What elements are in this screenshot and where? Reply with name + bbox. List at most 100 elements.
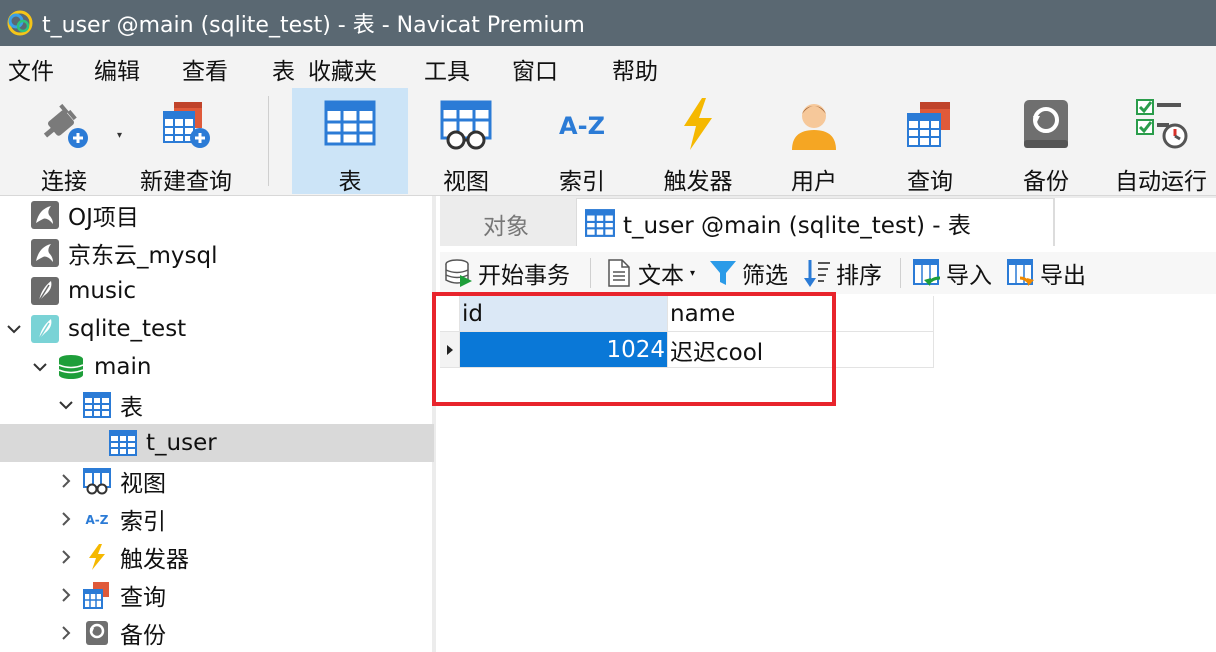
tab-objects[interactable]: 对象 bbox=[440, 202, 572, 246]
export-button[interactable]: 导出 bbox=[1006, 252, 1086, 294]
tree-node-tables[interactable]: 表 bbox=[0, 386, 434, 424]
menu-table[interactable]: 表 bbox=[272, 52, 295, 86]
table-label: 表 bbox=[338, 169, 362, 195]
export-label: 导出 bbox=[1040, 263, 1086, 289]
filter-button[interactable]: 筛选 bbox=[708, 252, 788, 294]
navicat-logo-icon bbox=[7, 10, 33, 36]
text-button[interactable]: 文本 ▾ bbox=[604, 252, 695, 294]
chevron-down-icon[interactable] bbox=[4, 319, 24, 339]
tab-t-user[interactable]: t_user @main (sqlite_test) - 表 bbox=[576, 198, 1054, 246]
tree-node-label: 表 bbox=[120, 395, 143, 421]
chevron-down-icon[interactable] bbox=[30, 357, 50, 377]
tree-node-t-user[interactable]: t_user bbox=[0, 424, 434, 462]
menu-window[interactable]: 窗口 bbox=[512, 52, 558, 86]
menu-tools[interactable]: 工具 bbox=[424, 52, 470, 86]
filter-label: 筛选 bbox=[742, 263, 788, 289]
new-query-label: 新建查询 bbox=[140, 169, 232, 195]
menu-edit[interactable]: 编辑 bbox=[94, 52, 140, 86]
table-icon bbox=[82, 390, 112, 420]
backup-label: 备份 bbox=[1023, 169, 1069, 195]
tree-node-label: 备份 bbox=[120, 623, 166, 649]
table-icon bbox=[585, 208, 615, 237]
tree-node-views[interactable]: 视图 bbox=[0, 462, 434, 500]
table-icon bbox=[108, 428, 138, 458]
user-icon bbox=[792, 104, 836, 150]
user-button[interactable]: 用户 bbox=[768, 88, 860, 195]
query-icon bbox=[82, 580, 112, 610]
tree-node-label: main bbox=[94, 354, 152, 380]
menu-file[interactable]: 文件 bbox=[8, 52, 54, 86]
sort-label: 排序 bbox=[836, 263, 882, 289]
text-label: 文本 bbox=[638, 263, 684, 289]
tab-title: t_user @main (sqlite_test) - 表 bbox=[623, 212, 971, 239]
sqlite-feather-icon bbox=[30, 276, 60, 306]
tree-node-label: 京东云_mysql bbox=[68, 243, 218, 269]
index-icon: A-Z bbox=[559, 112, 605, 140]
query-button[interactable]: 查询 bbox=[884, 88, 976, 195]
import-button[interactable]: 导入 bbox=[912, 252, 992, 294]
new-query-icon bbox=[163, 102, 210, 148]
trigger-button[interactable]: 触发器 bbox=[652, 88, 744, 195]
index-icon: A-Z bbox=[82, 504, 112, 534]
sort-icon bbox=[802, 258, 832, 288]
user-label: 用户 bbox=[791, 169, 837, 195]
main-toolbar: 连接 ▾ 新建查询 表 视图 A-Z 索引 触发器 用户 查询 备份 自动运行 bbox=[0, 88, 1216, 196]
sort-button[interactable]: 排序 bbox=[802, 252, 882, 294]
import-label: 导入 bbox=[946, 263, 992, 289]
tree-node-indexes[interactable]: A-Z 索引 bbox=[0, 500, 434, 538]
tree-node-main[interactable]: main bbox=[0, 348, 434, 386]
chevron-right-icon[interactable] bbox=[56, 509, 76, 529]
index-button[interactable]: A-Z 索引 bbox=[536, 88, 628, 195]
lightning-icon bbox=[82, 542, 112, 572]
tree-node-sqlite-test[interactable]: sqlite_test bbox=[0, 310, 434, 348]
connect-button[interactable]: 连接 bbox=[20, 88, 108, 195]
menu-help[interactable]: 帮助 bbox=[612, 52, 658, 86]
automation-icon bbox=[1136, 99, 1188, 149]
new-query-button[interactable]: 新建查询 bbox=[134, 88, 238, 195]
tree-node-label: 查询 bbox=[120, 585, 166, 611]
begin-transaction-label: 开始事务 bbox=[478, 263, 570, 289]
menu-view[interactable]: 查看 bbox=[182, 52, 228, 86]
tree-node-label: 触发器 bbox=[120, 547, 189, 573]
chevron-right-icon[interactable] bbox=[56, 547, 76, 567]
tree-node-label: sqlite_test bbox=[68, 316, 187, 342]
chevron-right-icon[interactable] bbox=[56, 471, 76, 491]
tree-node-jdcloud-mysql[interactable]: 京东云_mysql bbox=[0, 234, 434, 272]
database-icon bbox=[56, 352, 86, 382]
tree-node-oj-project[interactable]: OJ项目 bbox=[0, 196, 434, 234]
tree-node-label: OJ项目 bbox=[68, 205, 139, 231]
window-title: t_user @main (sqlite_test) - 表 - Navicat… bbox=[42, 13, 585, 38]
import-icon bbox=[912, 258, 942, 288]
query-icon bbox=[907, 102, 950, 147]
plug-icon bbox=[43, 103, 88, 148]
sqlite-feather-icon bbox=[30, 314, 60, 344]
transaction-icon bbox=[444, 258, 474, 288]
tree-node-queries[interactable]: 查询 bbox=[0, 576, 434, 614]
backup-button[interactable]: 备份 bbox=[1000, 88, 1092, 195]
menu-favorites[interactable]: 收藏夹 bbox=[308, 52, 377, 86]
chevron-right-icon[interactable] bbox=[56, 585, 76, 605]
mysql-dolphin-icon bbox=[30, 238, 60, 268]
tree-node-backups[interactable]: 备份 bbox=[0, 614, 434, 652]
svg-text:A-Z: A-Z bbox=[86, 513, 109, 527]
annotation-highlight-box bbox=[432, 292, 836, 406]
view-button[interactable]: 视图 bbox=[420, 88, 512, 195]
tree-node-music[interactable]: music bbox=[0, 272, 434, 310]
document-icon bbox=[604, 258, 634, 288]
connect-label: 连接 bbox=[41, 169, 87, 195]
export-icon bbox=[1006, 258, 1036, 288]
tree-node-label: 索引 bbox=[120, 509, 166, 535]
automation-button[interactable]: 自动运行 bbox=[1108, 88, 1214, 195]
svg-text:A-Z: A-Z bbox=[559, 112, 605, 140]
connect-dropdown-icon[interactable]: ▾ bbox=[117, 130, 122, 141]
chevron-down-icon[interactable] bbox=[56, 395, 76, 415]
table-button[interactable]: 表 bbox=[292, 88, 408, 195]
tab-bar: 对象 t_user @main (sqlite_test) - 表 bbox=[440, 196, 1216, 246]
table-toolbar: 开始事务 文本 ▾ 筛选 排序 导入 导出 bbox=[440, 252, 1216, 294]
begin-transaction-button[interactable]: 开始事务 bbox=[444, 252, 570, 294]
tab-bar-empty-area bbox=[1054, 198, 1216, 246]
connection-tree: OJ项目 京东云_mysql music sqlite_test main 表 … bbox=[0, 196, 436, 652]
chevron-right-icon[interactable] bbox=[56, 623, 76, 643]
chevron-down-icon: ▾ bbox=[690, 267, 696, 279]
tree-node-triggers[interactable]: 触发器 bbox=[0, 538, 434, 576]
